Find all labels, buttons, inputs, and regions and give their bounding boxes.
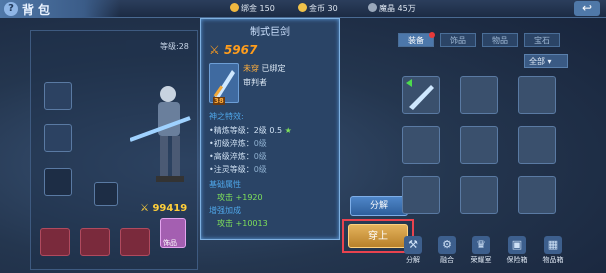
item-box-shortcut[interactable]: ▦ 物品箱 bbox=[540, 236, 566, 265]
inventory-cell[interactable] bbox=[460, 126, 498, 164]
tab-gems[interactable]: 宝石 bbox=[524, 33, 560, 47]
inventory-cell[interactable] bbox=[460, 76, 498, 114]
badge-dot bbox=[429, 32, 435, 38]
pants-slot[interactable] bbox=[44, 124, 72, 152]
class-label: 审判者 bbox=[243, 78, 267, 87]
safe-shortcut[interactable]: ▣ 保险箱 bbox=[504, 236, 530, 265]
armor-slot[interactable] bbox=[44, 82, 72, 110]
crystal-icon bbox=[368, 3, 377, 12]
star-icon: ★ bbox=[284, 126, 292, 135]
inventory-cell[interactable] bbox=[518, 126, 556, 164]
gold-coin-icon bbox=[298, 3, 307, 12]
refine-row: •初级淬炼：0级 bbox=[209, 139, 267, 148]
decompose-button[interactable]: 分解 bbox=[350, 196, 408, 216]
honor-icon: ♛ bbox=[472, 236, 490, 254]
currency-gold: 金币 30 bbox=[298, 3, 338, 14]
item-box-icon: ▦ bbox=[544, 236, 562, 254]
item-level-badge: 38 bbox=[213, 97, 225, 105]
honor-shortcut[interactable]: ♛ 荣耀室 bbox=[468, 236, 494, 265]
level-label: 等级:28 bbox=[126, 40, 196, 54]
refine-row: •注灵等级：0级 bbox=[209, 165, 267, 174]
tab-accessories[interactable]: 饰品 bbox=[440, 33, 476, 47]
return-button[interactable]: ↩ bbox=[574, 1, 600, 16]
pet-slot[interactable] bbox=[94, 182, 118, 206]
tab-equipment[interactable]: 装备 bbox=[398, 32, 435, 47]
inventory-cell[interactable] bbox=[402, 176, 440, 214]
locked-slot[interactable] bbox=[40, 228, 70, 256]
accessory-label: 饰品 bbox=[163, 239, 177, 247]
locked-slot[interactable] bbox=[120, 228, 150, 256]
item-score: ⚔ 5967 bbox=[209, 43, 258, 57]
chevron-down-icon: ▾ bbox=[547, 57, 552, 66]
base-section-title: 基础属性 bbox=[209, 180, 241, 189]
safe-icon: ▣ bbox=[508, 236, 526, 254]
inventory-cell[interactable] bbox=[402, 76, 440, 114]
currency-bound-gold: 绑金 150 bbox=[230, 3, 275, 14]
spirit-section-title: 神之特效: bbox=[209, 112, 244, 121]
title-banner: ? 背包 bbox=[0, 0, 120, 18]
fuse-shortcut[interactable]: ⚙ 融合 bbox=[434, 236, 460, 265]
filter-dropdown[interactable]: 全部 ▾ bbox=[524, 54, 568, 68]
bound-gold-icon bbox=[230, 3, 239, 12]
accessory-slot[interactable]: 饰品 bbox=[160, 218, 186, 248]
base-attr: 攻击 +1920 bbox=[217, 193, 263, 202]
currency-crystal: 魔晶 45万 bbox=[368, 3, 416, 14]
equip-button[interactable]: 穿上 bbox=[348, 224, 408, 248]
inventory-cell[interactable] bbox=[460, 176, 498, 214]
extra-section-title: 增强加成 bbox=[209, 206, 241, 215]
item-tooltip: 制式巨剑 ⚔ 5967 38 未穿 已绑定 审判者 神之特效: •精炼等级：2级… bbox=[200, 18, 340, 240]
inventory-cell[interactable] bbox=[402, 126, 440, 164]
equip-status: 未穿 已绑定 bbox=[243, 64, 286, 73]
inventory-cell[interactable] bbox=[518, 176, 556, 214]
combat-power: ⚔ 99419 bbox=[140, 203, 188, 214]
page-title: 背包 bbox=[22, 3, 55, 17]
item-name: 制式巨剑 bbox=[250, 27, 290, 38]
tab-items[interactable]: 物品 bbox=[482, 33, 518, 47]
decompose-shortcut[interactable]: ⚒ 分解 bbox=[400, 236, 426, 265]
empty-slot[interactable] bbox=[44, 168, 72, 196]
locked-slot[interactable] bbox=[80, 228, 110, 256]
sword-icon bbox=[406, 79, 434, 110]
extra-attr: 攻击 +10013 bbox=[217, 219, 268, 228]
refine-row: •高级淬炼：0级 bbox=[209, 152, 267, 161]
refine-row: •精炼等级：2级 0.5 ★ bbox=[209, 126, 292, 135]
hero-figure bbox=[130, 86, 191, 182]
help-icon[interactable]: ? bbox=[4, 2, 18, 16]
fuse-icon: ⚙ bbox=[438, 236, 456, 254]
inventory-cell[interactable] bbox=[518, 76, 556, 114]
decompose-icon: ⚒ bbox=[404, 236, 422, 254]
